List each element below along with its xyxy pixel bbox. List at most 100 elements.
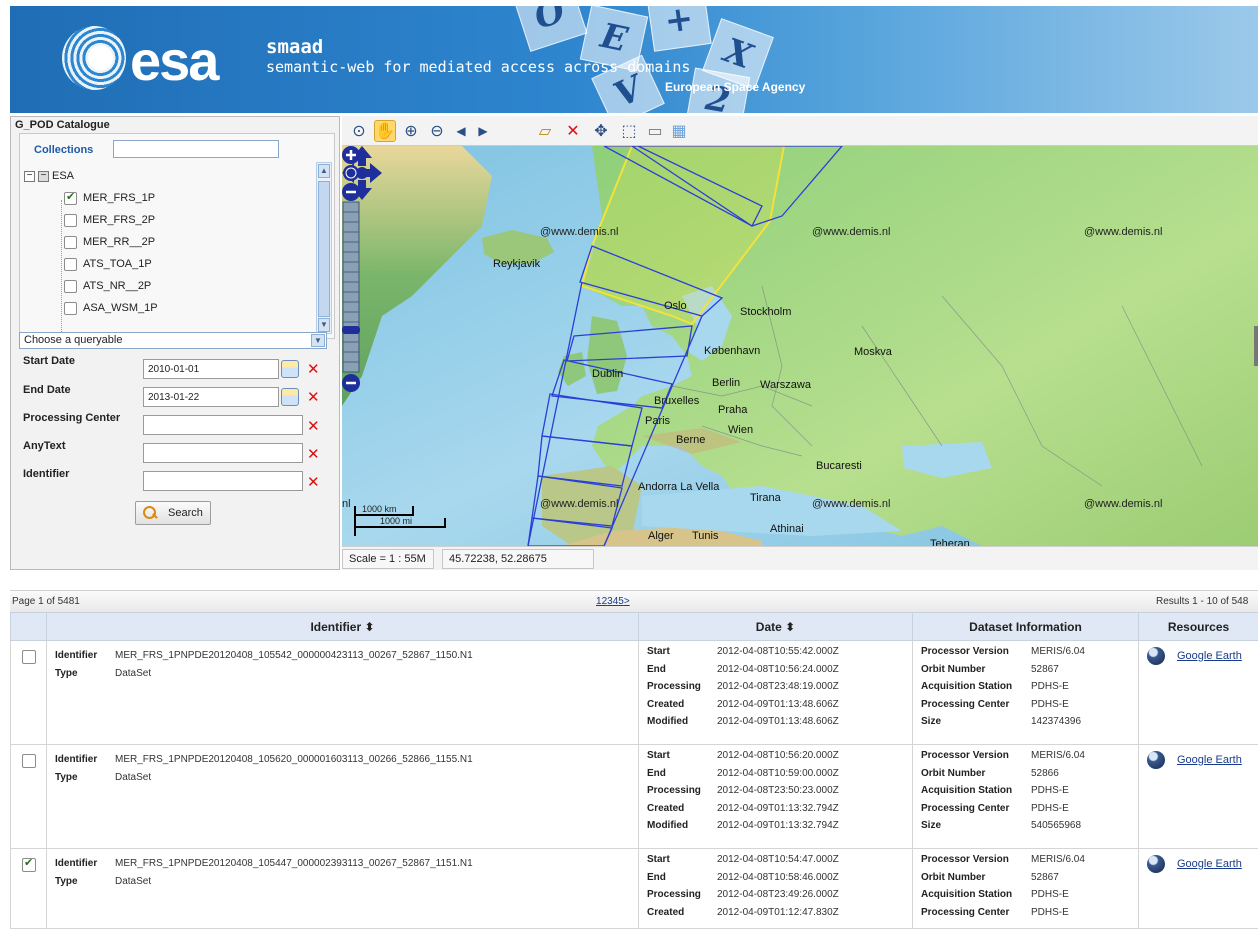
identifier-label: Identifier bbox=[55, 751, 107, 769]
dataset-info-cell: Processor VersionMERIS/6.04Orbit Number5… bbox=[913, 745, 1139, 849]
clear-processing-center-icon[interactable]: ✕ bbox=[307, 419, 321, 434]
city-label: Alger bbox=[648, 530, 674, 542]
identifier-input[interactable] bbox=[143, 471, 303, 491]
grid-overlay-icon[interactable]: ▦ bbox=[668, 120, 690, 142]
zoom-track[interactable] bbox=[343, 202, 359, 372]
end-label: End bbox=[647, 869, 709, 887]
clear-end-date-icon[interactable]: ✕ bbox=[307, 390, 321, 405]
date-cell: Start2012-04-08T10:55:42.000ZEnd2012-04-… bbox=[639, 641, 913, 745]
resources-column-header: Resources bbox=[1139, 613, 1258, 641]
clear-selection-icon[interactable]: ✕ bbox=[562, 120, 584, 142]
anytext-label: AnyText bbox=[23, 440, 66, 452]
google-earth-icon[interactable] bbox=[1147, 647, 1165, 665]
clear-anytext-icon[interactable]: ✕ bbox=[307, 447, 321, 462]
zoom-to-extent-icon[interactable]: ⊙ bbox=[348, 120, 370, 142]
table-row[interactable]: IdentifierMER_FRS_1PNPDE20120408_105620_… bbox=[11, 745, 1258, 849]
end-date-input[interactable]: 2013-01-22 bbox=[143, 387, 279, 407]
tree-item-checkbox[interactable] bbox=[64, 258, 77, 271]
processing-center-value: PDHS-E bbox=[1031, 904, 1130, 922]
google-earth-link[interactable]: Google Earth bbox=[1177, 650, 1242, 662]
calendar-icon[interactable] bbox=[281, 388, 299, 406]
collapse-icon[interactable]: − bbox=[24, 171, 35, 182]
table-row[interactable]: IdentifierMER_FRS_1PNPDE20120408_105447_… bbox=[11, 849, 1258, 929]
type-value: DataSet bbox=[115, 769, 630, 787]
zoom-slider[interactable] bbox=[342, 146, 360, 396]
zoom-in-icon[interactable]: ⊕ bbox=[400, 120, 422, 142]
globe-icon[interactable] bbox=[343, 165, 359, 181]
start-value: 2012-04-08T10:56:20.000Z bbox=[717, 747, 904, 765]
processing-center-input[interactable] bbox=[143, 415, 303, 435]
previous-view-icon[interactable]: ◀ bbox=[450, 120, 472, 142]
google-earth-icon[interactable] bbox=[1147, 751, 1165, 769]
tree-node-esa[interactable]: − − ESA bbox=[24, 166, 74, 186]
processing-center-label: Processing Center bbox=[921, 696, 1023, 714]
tree-item[interactable]: ATS_NR__2P bbox=[64, 276, 151, 296]
pan-hand-icon[interactable]: ✋ bbox=[374, 120, 396, 142]
processing-center-label: Processing Center bbox=[921, 904, 1023, 922]
tree-item-label: MER_FRS_1P bbox=[83, 192, 155, 204]
search-button[interactable]: Search bbox=[135, 501, 211, 525]
scroll-thumb[interactable] bbox=[318, 181, 330, 317]
tree-item[interactable]: ASA_WSM_1P bbox=[64, 298, 158, 318]
calendar-icon[interactable] bbox=[281, 360, 299, 378]
esa-logo-text: esa bbox=[130, 28, 217, 93]
tree-item[interactable]: MER_FRS_2P bbox=[64, 210, 155, 230]
row-select-checkbox[interactable] bbox=[22, 754, 36, 768]
processing-center-value: PDHS-E bbox=[1031, 696, 1130, 714]
date-column-header[interactable]: Date ⬍ bbox=[639, 613, 913, 641]
results-count: Results 1 - 10 of 548 bbox=[1156, 596, 1248, 607]
map-watermark: @www.demis.nl bbox=[1084, 226, 1162, 238]
city-label: Praha bbox=[718, 404, 747, 416]
zoom-slider-handle[interactable] bbox=[342, 326, 360, 334]
processor-version-label: Processor Version bbox=[921, 643, 1023, 661]
map-status-bar: Scale = 1 : 55M 45.72238, 52.28675 bbox=[342, 546, 1258, 570]
page-links[interactable]: 12345> bbox=[596, 596, 630, 607]
tree-item[interactable]: MER_FRS_1P bbox=[64, 188, 155, 208]
start-value: 2012-04-08T10:55:42.000Z bbox=[717, 643, 904, 661]
tree-item-checkbox[interactable] bbox=[64, 214, 77, 227]
city-label: København bbox=[704, 345, 760, 357]
tree-checkbox-partial[interactable]: − bbox=[38, 171, 49, 182]
city-label: Oslo bbox=[664, 300, 687, 312]
layer-icon[interactable]: ▭ bbox=[644, 120, 666, 142]
tree-item-checkbox[interactable] bbox=[64, 302, 77, 315]
scroll-up-icon[interactable]: ▲ bbox=[318, 164, 330, 178]
next-view-icon[interactable]: ▶ bbox=[472, 120, 494, 142]
tree-item-checkbox[interactable] bbox=[64, 192, 77, 205]
select-column-header bbox=[11, 613, 47, 641]
google-earth-icon[interactable] bbox=[1147, 855, 1165, 873]
tree-scrollbar[interactable]: ▲ ▼ bbox=[316, 162, 332, 334]
map-view[interactable]: Reykjavik Oslo Stockholm København Moskv… bbox=[342, 146, 1258, 546]
queryable-select[interactable]: Choose a queryable ▼ bbox=[19, 332, 327, 349]
draw-box-icon[interactable]: ▱ bbox=[534, 120, 556, 142]
scroll-down-icon[interactable]: ▼ bbox=[318, 318, 330, 332]
map-collapse-handle[interactable] bbox=[1254, 326, 1258, 366]
row-select-checkbox[interactable] bbox=[22, 858, 36, 872]
start-date-input[interactable]: 2010-01-01 bbox=[143, 359, 279, 379]
tree-item[interactable]: ATS_TOA_1P bbox=[64, 254, 152, 274]
select-feature-icon[interactable]: ⬚ bbox=[618, 120, 640, 142]
identifier-column-header[interactable]: Identifier ⬍ bbox=[47, 613, 639, 641]
google-earth-link[interactable]: Google Earth bbox=[1177, 858, 1242, 870]
scale-readout: Scale = 1 : 55M bbox=[342, 549, 434, 569]
tree-item-checkbox[interactable] bbox=[64, 280, 77, 293]
identifier-value: MER_FRS_1PNPDE20120408_105542_0000004231… bbox=[115, 647, 630, 665]
clear-identifier-icon[interactable]: ✕ bbox=[307, 475, 321, 490]
chevron-down-icon[interactable]: ▼ bbox=[311, 334, 325, 347]
row-select-checkbox[interactable] bbox=[22, 650, 36, 664]
acquisition-station-label: Acquisition Station bbox=[921, 886, 1023, 904]
google-earth-link[interactable]: Google Earth bbox=[1177, 754, 1242, 766]
results-body: Identifier MER_FRS_1PNPDE20120408_105542_… bbox=[11, 641, 1258, 929]
zoom-out-icon[interactable]: ⊖ bbox=[426, 120, 448, 142]
clear-start-date-icon[interactable]: ✕ bbox=[307, 362, 321, 377]
move-icon[interactable]: ✥ bbox=[590, 120, 612, 142]
next-page-link[interactable]: > bbox=[624, 596, 630, 607]
tree-item[interactable]: MER_RR__2P bbox=[64, 232, 155, 252]
anytext-input[interactable] bbox=[143, 443, 303, 463]
city-label: Tunis bbox=[692, 530, 719, 542]
queryable-select-value: Choose a queryable bbox=[24, 334, 122, 346]
dataset-column-header: Dataset Information bbox=[913, 613, 1139, 641]
tree-item-checkbox[interactable] bbox=[64, 236, 77, 249]
collections-search-input[interactable] bbox=[113, 140, 279, 158]
table-row[interactable]: IdentifierMER_FRS_1PNPDE20120408_105542_… bbox=[11, 641, 1258, 745]
